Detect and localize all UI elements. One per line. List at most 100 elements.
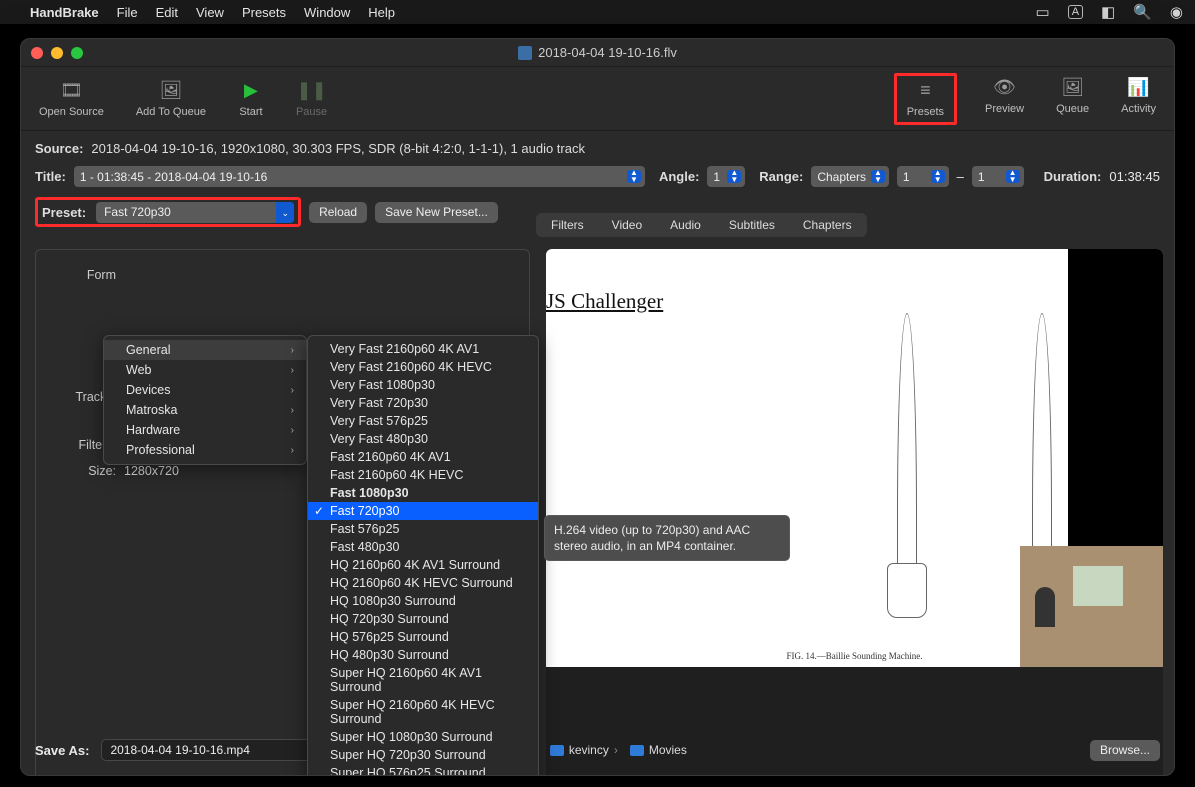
range-from-select[interactable]: 1 ▲▼: [897, 166, 949, 187]
tab-filters[interactable]: Filters: [537, 214, 598, 236]
category-general[interactable]: General›: [104, 340, 306, 360]
save-path-folder[interactable]: Movies: [630, 743, 687, 757]
pause-button: ❚❚ Pause: [292, 76, 331, 122]
preset-item[interactable]: Very Fast 720p30: [308, 394, 538, 412]
preset-item[interactable]: Very Fast 1080p30: [308, 376, 538, 394]
preset-tooltip: H.264 video (up to 720p30) and AAC stere…: [544, 515, 790, 561]
tab-video[interactable]: Video: [598, 214, 656, 236]
browse-button[interactable]: Browse...: [1090, 740, 1160, 761]
category-hardware[interactable]: Hardware›: [104, 420, 306, 440]
preview-pip: [1020, 546, 1163, 667]
preview-pane: JS Challenger FIG. 14.—Baillie Sounding …: [546, 249, 1163, 776]
window-titlebar: 2018-04-04 19-10-16.flv: [21, 39, 1174, 67]
preview-button[interactable]: 👁 Preview: [981, 73, 1028, 125]
file-icon: [518, 46, 532, 60]
menu-window[interactable]: Window: [304, 5, 350, 20]
queue-button[interactable]: 🖼 Queue: [1052, 73, 1093, 125]
play-icon: ▶: [238, 80, 264, 102]
add-to-queue-button[interactable]: 🖼 Add To Queue: [132, 76, 210, 122]
angle-select[interactable]: 1 ▲▼: [707, 166, 745, 187]
preset-item[interactable]: HQ 480p30 Surround: [308, 646, 538, 664]
preset-item[interactable]: Fast 720p30: [308, 502, 538, 520]
tab-chapters[interactable]: Chapters: [789, 214, 866, 236]
handbrake-window: 2018-04-04 19-10-16.flv 🎞 Open Source 🖼 …: [20, 38, 1175, 776]
siri-icon[interactable]: ◉: [1170, 3, 1183, 21]
menu-file[interactable]: File: [117, 5, 138, 20]
menu-presets[interactable]: Presets: [242, 5, 286, 20]
folder-icon: [550, 745, 564, 756]
open-source-label: Open Source: [39, 106, 104, 118]
input-source-icon[interactable]: A: [1068, 5, 1083, 19]
open-source-icon: 🎞: [58, 80, 84, 102]
angle-value: 1: [713, 170, 720, 184]
title-select[interactable]: 1 - 01:38:45 - 2018-04-04 19-10-16 ▲▼: [74, 166, 645, 187]
angle-label: Angle:: [659, 169, 699, 184]
range-to-select[interactable]: 1 ▲▼: [972, 166, 1024, 187]
preset-item[interactable]: Super HQ 720p30 Surround: [308, 746, 538, 764]
preset-item[interactable]: HQ 720p30 Surround: [308, 610, 538, 628]
preset-item[interactable]: Fast 576p25: [308, 520, 538, 538]
spotlight-icon[interactable]: 🔍: [1133, 3, 1152, 21]
save-path-user[interactable]: kevincy›: [550, 743, 618, 757]
preset-item[interactable]: HQ 2160p60 4K HEVC Surround: [308, 574, 538, 592]
preset-value: Fast 720p30: [104, 205, 171, 219]
preset-item[interactable]: Super HQ 1080p30 Surround: [308, 728, 538, 746]
preset-item[interactable]: Super HQ 2160p60 4K AV1 Surround: [308, 664, 538, 696]
tab-audio[interactable]: Audio: [656, 214, 715, 236]
preset-item[interactable]: Very Fast 2160p60 4K AV1: [308, 340, 538, 358]
activity-button[interactable]: 📊 Activity: [1117, 73, 1160, 125]
control-center-icon[interactable]: ◧: [1101, 3, 1115, 21]
minimize-button[interactable]: [51, 47, 63, 59]
activity-icon: 📊: [1126, 77, 1152, 99]
size-label: Size:: [52, 464, 124, 478]
preset-item[interactable]: Very Fast 576p25: [308, 412, 538, 430]
title-value: 1 - 01:38:45 - 2018-04-04 19-10-16: [80, 170, 267, 184]
menu-edit[interactable]: Edit: [156, 5, 178, 20]
preset-item[interactable]: Fast 2160p60 4K AV1: [308, 448, 538, 466]
save-new-preset-button[interactable]: Save New Preset...: [375, 202, 498, 223]
open-source-button[interactable]: 🎞 Open Source: [35, 76, 108, 122]
start-button[interactable]: ▶ Start: [234, 76, 268, 122]
preset-item[interactable]: Fast 480p30: [308, 538, 538, 556]
pause-label: Pause: [296, 106, 327, 118]
activity-label: Activity: [1121, 103, 1156, 115]
menu-view[interactable]: View: [196, 5, 224, 20]
toolbar: 🎞 Open Source 🖼 Add To Queue ▶ Start ❚❚ …: [21, 67, 1174, 131]
preset-item[interactable]: HQ 2160p60 4K AV1 Surround: [308, 556, 538, 574]
preset-item[interactable]: Very Fast 480p30: [308, 430, 538, 448]
category-devices[interactable]: Devices›: [104, 380, 306, 400]
menu-help[interactable]: Help: [368, 5, 395, 20]
add-to-queue-label: Add To Queue: [136, 106, 206, 118]
category-professional[interactable]: Professional›: [104, 440, 306, 460]
preset-category-menu: General› Web› Devices› Matroska› Hardwar…: [103, 335, 307, 465]
tab-subtitles[interactable]: Subtitles: [715, 214, 789, 236]
app-name[interactable]: HandBrake: [30, 5, 99, 20]
close-button[interactable]: [31, 47, 43, 59]
presets-button[interactable]: ≡ Presets: [903, 76, 948, 122]
preview-doc-title: JS Challenger: [546, 289, 663, 314]
preset-item[interactable]: Fast 1080p30: [308, 484, 538, 502]
preset-item[interactable]: Fast 2160p60 4K HEVC: [308, 466, 538, 484]
save-bar: Save As: To: kevincy› Movies Browse...: [35, 739, 1160, 761]
category-matroska[interactable]: Matroska›: [104, 400, 306, 420]
content-area: Source: 2018-04-04 19-10-16, 1920x1080, …: [21, 131, 1174, 251]
sliders-icon: ≡: [912, 80, 938, 102]
preset-select[interactable]: Fast 720p30 ⌄: [96, 202, 294, 223]
preset-item[interactable]: Super HQ 576p25 Surround: [308, 764, 538, 776]
preset-item[interactable]: Super HQ 2160p60 4K HEVC Surround: [308, 696, 538, 728]
title-label: Title:: [35, 169, 66, 184]
eye-icon: 👁: [992, 77, 1018, 99]
preset-list-menu: Very Fast 2160p60 4K AV1Very Fast 2160p6…: [307, 335, 539, 776]
reload-button[interactable]: Reload: [309, 202, 367, 223]
pause-icon: ❚❚: [299, 80, 325, 102]
source-value: 2018-04-04 19-10-16, 1920x1080, 30.303 F…: [91, 141, 585, 156]
preset-item[interactable]: Very Fast 2160p60 4K HEVC: [308, 358, 538, 376]
preset-item[interactable]: HQ 1080p30 Surround: [308, 592, 538, 610]
category-web[interactable]: Web›: [104, 360, 306, 380]
tabs: Filters Video Audio Subtitles Chapters: [536, 213, 867, 237]
preset-item[interactable]: HQ 576p25 Surround: [308, 628, 538, 646]
zoom-button[interactable]: [71, 47, 83, 59]
preset-label: Preset:: [42, 205, 86, 220]
range-type-select[interactable]: Chapters ▲▼: [811, 166, 889, 187]
battery-icon[interactable]: ▭: [1036, 3, 1050, 21]
